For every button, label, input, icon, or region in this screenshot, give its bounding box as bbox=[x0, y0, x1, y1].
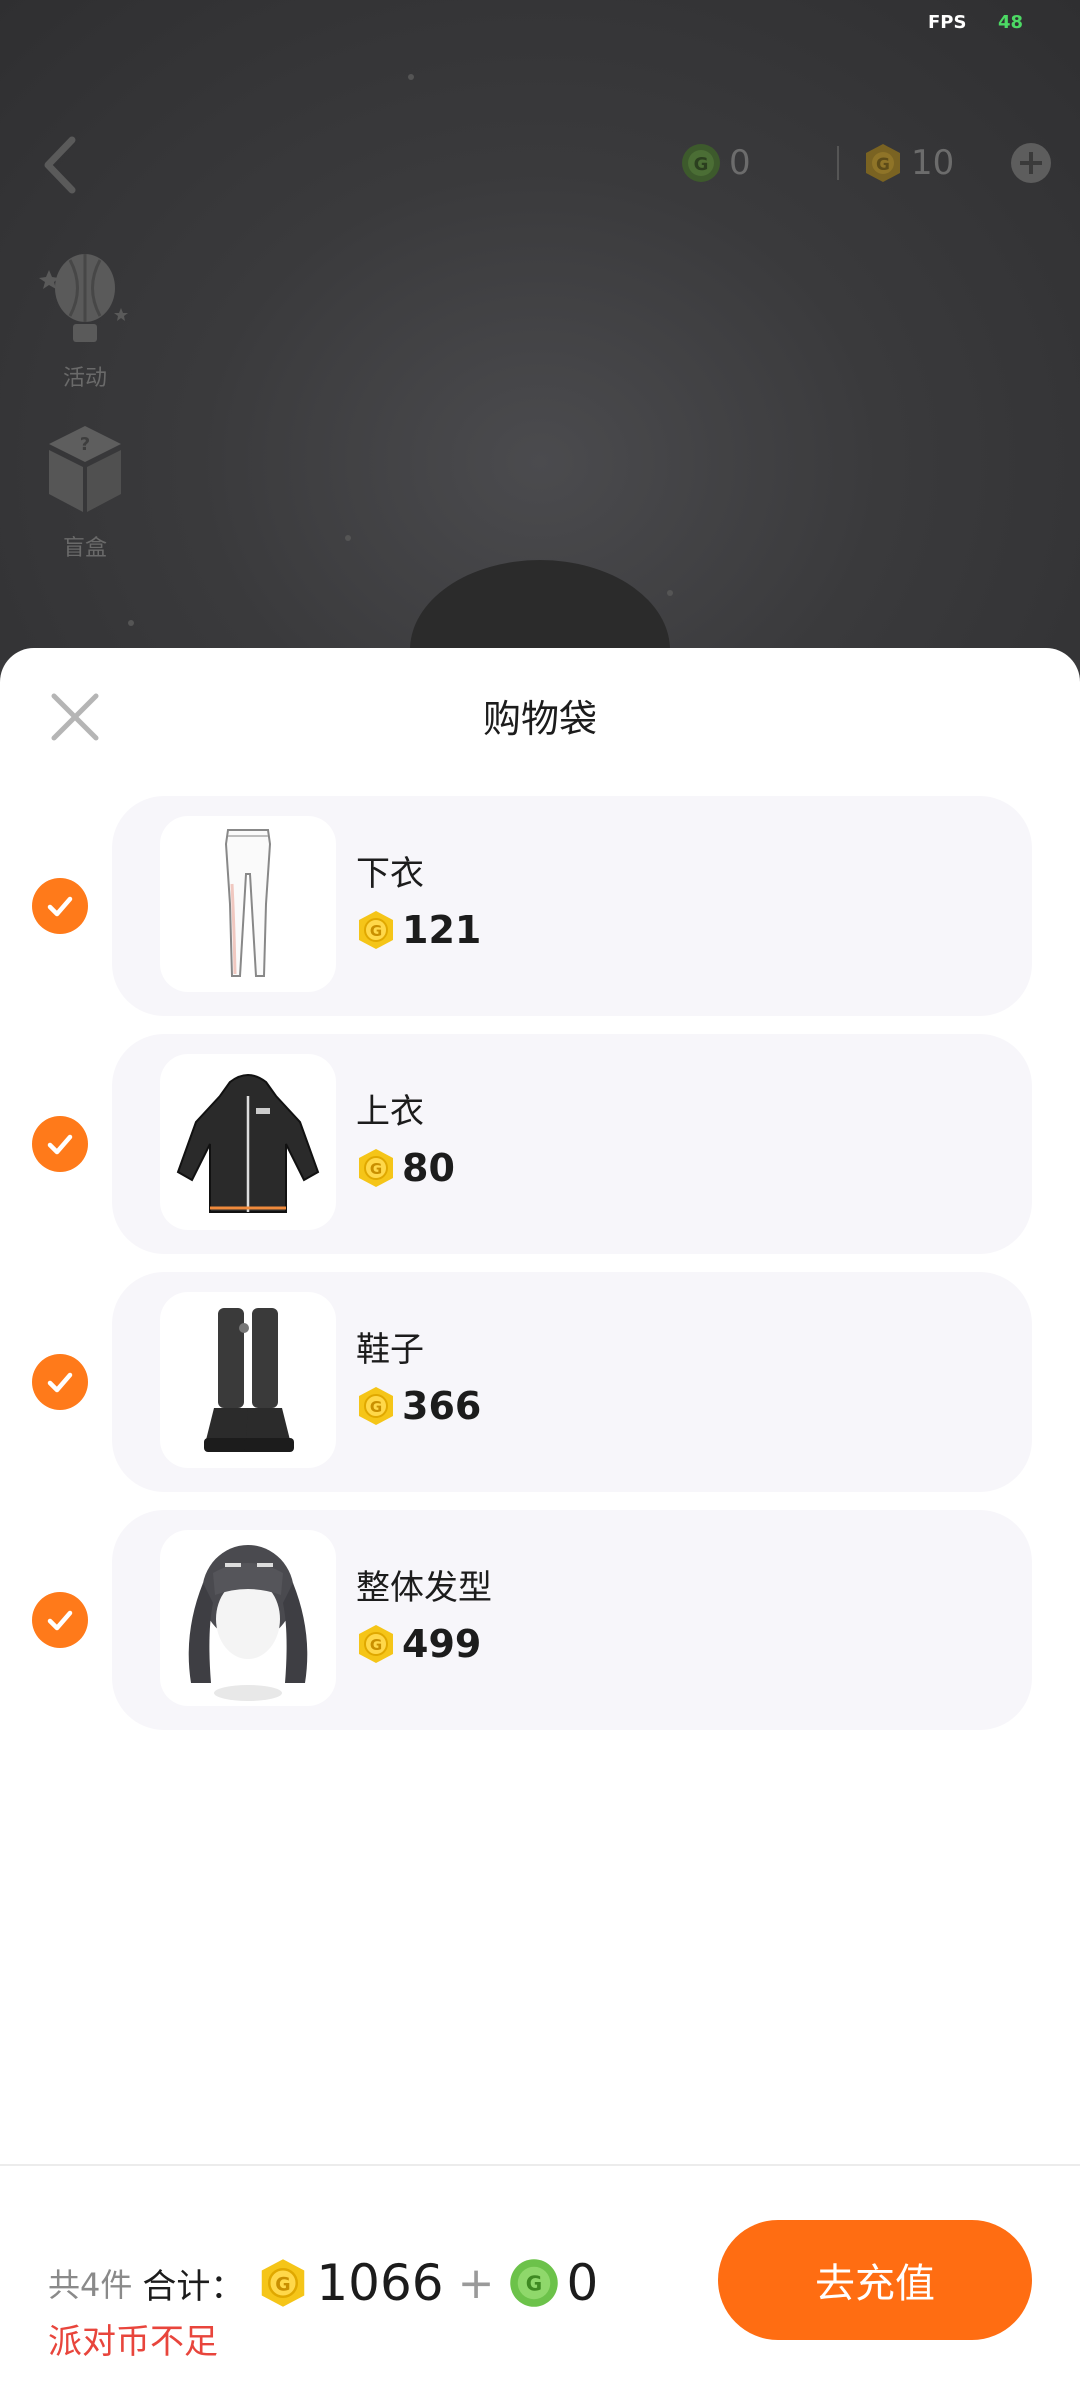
gold-coin-icon: G bbox=[359, 911, 393, 949]
party-coin-icon: G bbox=[509, 2259, 558, 2307]
gold-coin-icon: G bbox=[359, 1387, 393, 1425]
item-count: 共4件 bbox=[48, 2266, 133, 2304]
party-coin-balance: G 0 bbox=[681, 138, 751, 188]
item-price: G 366 bbox=[356, 1384, 481, 1428]
item-price-value: 121 bbox=[402, 908, 482, 952]
party-total: 0 bbox=[566, 2254, 599, 2312]
recharge-button[interactable]: 去充值 bbox=[718, 2220, 1032, 2340]
item-price-value: 499 bbox=[402, 1622, 482, 1666]
chevron-left-icon bbox=[44, 136, 76, 194]
list-item: 下衣 G 121 bbox=[0, 796, 1080, 1016]
svg-text:G: G bbox=[876, 155, 890, 175]
item-thumbnail bbox=[160, 1530, 336, 1706]
svg-text:G: G bbox=[370, 1636, 382, 1654]
item-checkbox[interactable] bbox=[32, 1592, 88, 1648]
sheet-title: 购物袋 bbox=[482, 697, 597, 741]
mystery-box-icon: ? bbox=[49, 426, 121, 512]
item-name: 下衣 bbox=[356, 854, 424, 894]
side-menu-mystery-box-label: 盲盒 bbox=[62, 536, 107, 561]
item-thumbnail bbox=[160, 816, 336, 992]
avatar-preview bbox=[410, 560, 670, 660]
checkmark-icon bbox=[47, 1372, 73, 1393]
total-label: 合计： bbox=[142, 2266, 245, 2307]
gold-total: 1066 bbox=[316, 2254, 444, 2312]
checkmark-icon bbox=[47, 896, 73, 917]
shopping-bag-sheet: 购物袋 下衣 G 121 上衣 G 80 鞋子 G 366 整体发型 G 499… bbox=[0, 648, 1080, 2400]
item-checkbox[interactable] bbox=[32, 878, 88, 934]
item-price: G 80 bbox=[356, 1146, 455, 1190]
gold-coin-icon: G bbox=[359, 1625, 393, 1663]
checkmark-icon bbox=[47, 1134, 73, 1155]
item-name: 整体发型 bbox=[356, 1568, 492, 1608]
order-summary: 共4件 合计： G 1066 + G 0 bbox=[48, 2254, 598, 2312]
plus-sign: + bbox=[457, 2257, 495, 2309]
item-thumbnail bbox=[160, 1054, 336, 1230]
side-menu-activity[interactable]: 活动 bbox=[30, 250, 140, 392]
svg-text:G: G bbox=[370, 1160, 382, 1178]
item-card[interactable]: 上衣 G 80 bbox=[112, 1034, 1032, 1254]
party-coin-icon: G bbox=[682, 144, 720, 182]
list-item: 鞋子 G 366 bbox=[0, 1272, 1080, 1492]
item-name: 鞋子 bbox=[356, 1330, 424, 1370]
item-card[interactable]: 下衣 G 121 bbox=[112, 796, 1032, 1016]
balloon-icon bbox=[39, 254, 128, 342]
add-currency-button[interactable] bbox=[1010, 142, 1052, 184]
svg-text:G: G bbox=[276, 2275, 291, 2296]
game-scene-background: FPS 48 G 0 G 10 活动 ? 盲盒 bbox=[0, 0, 1080, 660]
item-price-value: 80 bbox=[402, 1146, 455, 1190]
list-item: 整体发型 G 499 bbox=[0, 1510, 1080, 1730]
back-button[interactable] bbox=[30, 130, 90, 200]
side-menu-activity-label: 活动 bbox=[62, 366, 107, 391]
item-price-value: 366 bbox=[402, 1384, 482, 1428]
plus-circle-icon bbox=[1011, 143, 1051, 183]
item-checkbox[interactable] bbox=[32, 1354, 88, 1410]
hoodie-dress-icon bbox=[176, 1074, 320, 1213]
item-checkbox[interactable] bbox=[32, 1116, 88, 1172]
insufficient-balance-warning: 派对币不足 bbox=[48, 2322, 218, 2362]
fps-label: FPS bbox=[928, 12, 967, 33]
gold-coin-icon: G bbox=[866, 144, 900, 182]
item-card[interactable]: 整体发型 G 499 bbox=[112, 1510, 1032, 1730]
item-price: G 121 bbox=[356, 908, 481, 952]
svg-text:G: G bbox=[525, 2272, 541, 2296]
gold-coin-count: 10 bbox=[911, 143, 955, 183]
item-price: G 499 bbox=[356, 1622, 481, 1666]
svg-text:?: ? bbox=[80, 434, 90, 455]
svg-text:G: G bbox=[694, 154, 709, 175]
leggings-icon bbox=[224, 829, 272, 977]
twin-tails-hair-icon bbox=[188, 1545, 308, 1701]
list-item: 上衣 G 80 bbox=[0, 1034, 1080, 1254]
item-card[interactable]: 鞋子 G 366 bbox=[112, 1272, 1032, 1492]
boots-icon bbox=[204, 1308, 294, 1452]
side-menu-mystery-box[interactable]: ? 盲盒 bbox=[30, 420, 140, 562]
fps-value: 48 bbox=[998, 12, 1024, 33]
currency-bar: G 0 G 10 bbox=[675, 138, 1055, 188]
item-thumbnail bbox=[160, 1292, 336, 1468]
gold-coin-balance: G 10 bbox=[863, 138, 954, 188]
party-coin-count: 0 bbox=[729, 143, 751, 183]
item-name: 上衣 bbox=[356, 1092, 424, 1132]
checkmark-icon bbox=[47, 1610, 73, 1631]
divider bbox=[837, 146, 839, 180]
svg-text:G: G bbox=[370, 922, 382, 940]
svg-text:G: G bbox=[370, 1398, 382, 1416]
gold-coin-icon: G bbox=[359, 1149, 393, 1187]
gold-coin-icon: G bbox=[262, 2259, 305, 2307]
checkout-bar: 共4件 合计： G 1066 + G 0 派对币不足 去充值 bbox=[0, 2164, 1080, 2400]
